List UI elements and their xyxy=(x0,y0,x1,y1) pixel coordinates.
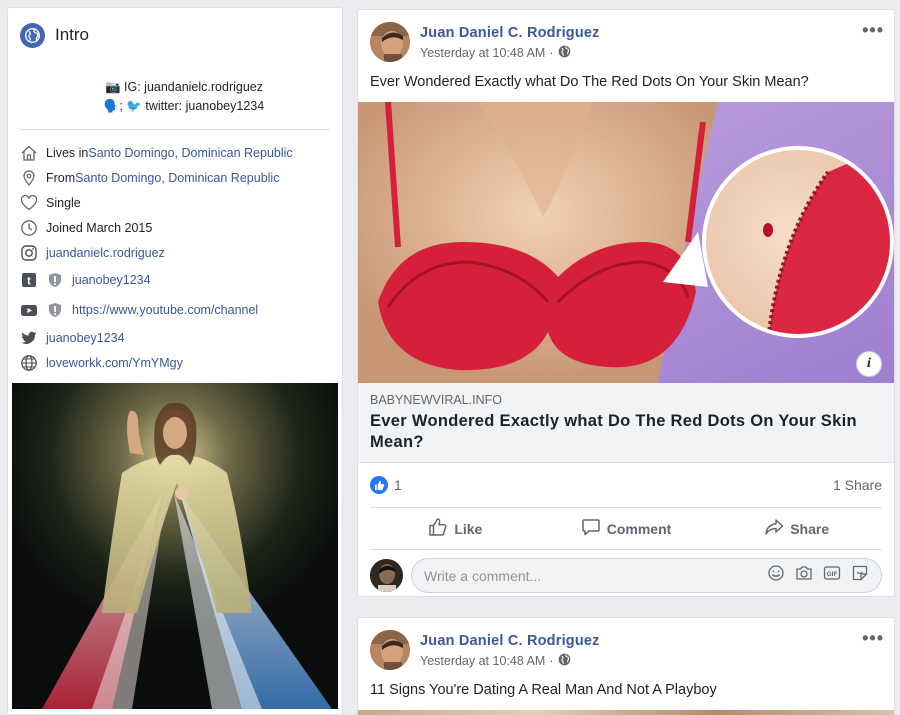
thumbs-up-icon xyxy=(428,517,448,540)
post-author-name[interactable]: Juan Daniel C. Rodriguez xyxy=(420,633,600,649)
bio-line-instagram: 📷 IG: juandanielc.rodriguez xyxy=(104,80,263,94)
intro-item-tumblr: t juanobey1234 xyxy=(20,265,330,295)
intro-bio: 📷 IG: juandanielc.rodriguez 🗣️; 🐦 twitte… xyxy=(8,78,342,116)
comment-bubble-icon xyxy=(581,517,601,540)
share-button[interactable]: Share xyxy=(711,508,882,549)
svg-text:t: t xyxy=(27,276,31,288)
public-globe-icon[interactable] xyxy=(558,653,571,669)
youtube-link[interactable]: https://www.youtube.com/channel xyxy=(72,303,258,317)
post-meta: Yesterday at 10:48 AM · xyxy=(420,653,600,669)
viewer-avatar[interactable] xyxy=(370,559,403,592)
featured-photo[interactable] xyxy=(12,383,338,709)
twitter-icon xyxy=(20,329,38,347)
relationship-status: Single xyxy=(46,195,81,210)
intro-divider xyxy=(20,129,330,130)
intro-item-website: loveworkk.com/YmYMgy xyxy=(20,350,330,375)
intro-details: Lives in Santo Domingo, Dominican Republ… xyxy=(8,140,342,375)
meta-separator: · xyxy=(549,46,554,60)
gif-icon[interactable]: GIF xyxy=(823,564,841,587)
intro-card: Intro 📷 IG: juandanielc.rodriguez 🗣️; 🐦 … xyxy=(7,7,343,715)
post-image-preview[interactable] xyxy=(358,710,894,715)
author-avatar[interactable] xyxy=(370,630,410,670)
like-label: Like xyxy=(454,520,483,537)
intro-item-youtube: https://www.youtube.com/channel xyxy=(20,295,330,325)
public-globe-icon[interactable] xyxy=(558,45,571,61)
post-text: 11 Signs You're Dating A Real Man And No… xyxy=(370,682,717,698)
post-author-name[interactable]: Juan Daniel C. Rodriguez xyxy=(420,25,600,41)
more-options-icon[interactable]: ••• xyxy=(862,628,884,649)
post-card: Juan Daniel C. Rodriguez Yesterday at 10… xyxy=(357,9,895,597)
post-actions: Like Comment Share xyxy=(370,508,882,550)
emoji-icon[interactable] xyxy=(767,564,785,587)
share-arrow-icon xyxy=(764,517,784,540)
website-link[interactable]: loveworkk.com/YmYMgy xyxy=(46,356,183,370)
comment-placeholder: Write a comment... xyxy=(424,567,542,584)
post-header: Juan Daniel C. Rodriguez Yesterday at 10… xyxy=(358,10,894,72)
shield-icon xyxy=(48,302,62,318)
joined-date: Joined March 2015 xyxy=(46,220,153,235)
comment-button[interactable]: Comment xyxy=(541,508,712,549)
more-options-icon[interactable]: ••• xyxy=(862,20,884,41)
instagram-icon xyxy=(20,244,38,262)
intro-item-label: Lives in xyxy=(46,145,89,160)
comment-composer: Write a comment... GIF xyxy=(358,550,894,596)
heart-icon xyxy=(20,194,38,212)
intro-title: Intro xyxy=(55,25,90,44)
post-header: Juan Daniel C. Rodriguez Yesterday at 10… xyxy=(358,618,894,680)
intro-item-from: From Santo Domingo, Dominican Republic xyxy=(20,165,330,190)
post-stats: 1 1 Share xyxy=(370,463,882,508)
intro-item-instagram: juandanielc.rodriguez xyxy=(20,240,330,265)
youtube-icon xyxy=(20,301,38,319)
comment-label: Comment xyxy=(606,520,672,537)
globe-icon xyxy=(20,354,38,372)
share-label: Share xyxy=(790,520,830,537)
comment-tools: GIF xyxy=(767,564,869,587)
meta-separator: · xyxy=(549,654,554,668)
clock-icon xyxy=(20,219,38,237)
post-timestamp[interactable]: Yesterday at 10:48 AM xyxy=(420,46,545,60)
post-card: Juan Daniel C. Rodriguez Yesterday at 10… xyxy=(357,617,895,715)
intro-item-label: From xyxy=(46,170,76,185)
tumblr-link[interactable]: juanobey1234 xyxy=(72,273,151,287)
comment-input[interactable]: Write a comment... GIF xyxy=(411,558,882,593)
intro-header: Intro xyxy=(8,8,342,50)
bio-line-twitter: 🗣️; 🐦 twitter: juanobey1234 xyxy=(103,99,265,113)
post-timestamp[interactable]: Yesterday at 10:48 AM xyxy=(420,654,545,668)
home-icon xyxy=(20,144,38,162)
link-title[interactable]: Ever Wondered Exactly what Do The Red Do… xyxy=(370,411,882,453)
tumblr-icon: t xyxy=(20,271,38,289)
like-reaction-icon xyxy=(370,476,388,494)
twitter-link[interactable]: juanobey1234 xyxy=(46,331,125,345)
instagram-link[interactable]: juandanielc.rodriguez xyxy=(46,246,165,260)
author-avatar[interactable] xyxy=(370,22,410,62)
post-text: Ever Wondered Exactly what Do The Red Do… xyxy=(370,74,809,90)
share-count[interactable]: 1 Share xyxy=(833,477,882,493)
reaction-count: 1 xyxy=(394,477,402,493)
like-button[interactable]: Like xyxy=(370,508,541,549)
link-preview-image[interactable]: i xyxy=(358,102,894,383)
intro-item-joined: Joined March 2015 xyxy=(20,215,330,240)
sticker-icon[interactable] xyxy=(851,564,869,587)
shield-icon xyxy=(48,272,62,288)
post-author-block: Juan Daniel C. Rodriguez Yesterday at 10… xyxy=(420,630,600,680)
svg-text:GIF: GIF xyxy=(827,571,838,578)
post-author-block: Juan Daniel C. Rodriguez Yesterday at 10… xyxy=(420,22,600,72)
intro-item-lives-in: Lives in Santo Domingo, Dominican Republ… xyxy=(20,140,330,165)
location-pin-icon xyxy=(20,169,38,187)
intro-item-twitter: juanobey1234 xyxy=(20,325,330,350)
camera-icon[interactable] xyxy=(795,564,813,587)
from-link[interactable]: Santo Domingo, Dominican Republic xyxy=(75,171,279,185)
post-meta: Yesterday at 10:48 AM · xyxy=(420,45,600,61)
intro-globe-icon xyxy=(20,22,45,48)
info-button[interactable]: i xyxy=(856,351,882,377)
link-preview-caption[interactable]: BABYNEWVIRAL.INFO Ever Wondered Exactly … xyxy=(358,383,894,463)
reactions-summary[interactable]: 1 xyxy=(370,476,402,494)
link-domain: BABYNEWVIRAL.INFO xyxy=(370,393,502,407)
intro-item-relationship: Single xyxy=(20,190,330,215)
lives-in-link[interactable]: Santo Domingo, Dominican Republic xyxy=(88,146,292,160)
